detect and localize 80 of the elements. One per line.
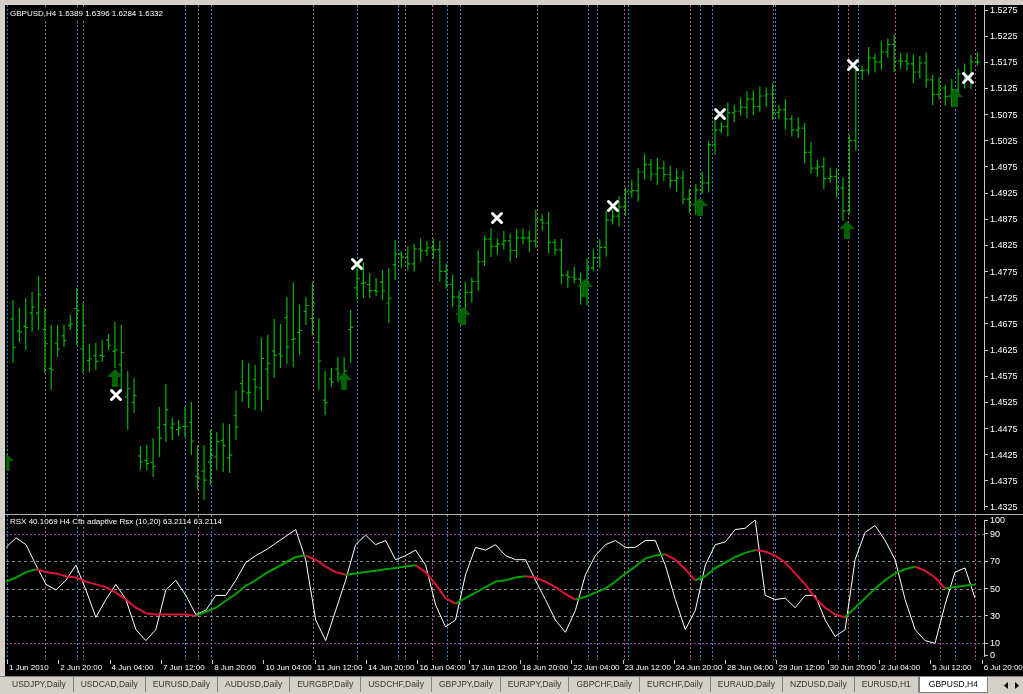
up-arrow-icon — [577, 279, 593, 297]
time-label: 6 Jul 20:00 — [983, 662, 1023, 674]
symbol-tab[interactable]: EURCHF,Daily — [640, 677, 711, 692]
symbol-tab[interactable]: EURUSD,Daily — [145, 677, 218, 692]
price-label: 1.4825 — [990, 240, 1018, 251]
price-label: 1.4875 — [990, 214, 1018, 225]
level-label: 90 — [990, 528, 1000, 539]
level-label: 10 — [990, 638, 1000, 649]
price-label: 1.5075 — [990, 109, 1018, 120]
symbol-tab[interactable]: AUDUSD,Daily — [218, 677, 291, 692]
symbol-tab[interactable]: USDCAD,Daily — [73, 677, 146, 692]
up-arrow-icon — [947, 89, 963, 107]
price-label: 1.4425 — [990, 449, 1018, 460]
time-label: 23 Jun 12:00 — [624, 662, 671, 674]
symbol-tab[interactable]: EURUSD,H1 — [854, 677, 919, 692]
cross-marker-icon — [714, 108, 726, 120]
level-label: 50 — [990, 583, 1000, 594]
time-label: 30 Jun 20:00 — [829, 662, 876, 674]
indicator-title: RSX 40.1069 H4 Cfb adaptive Rsx (10,20) 63.2114 63.2114 — [9, 517, 223, 527]
price-label: 1.4925 — [990, 188, 1018, 199]
time-label: 17 Jun 12:00 — [470, 662, 517, 674]
cross-marker-icon — [491, 212, 503, 224]
time-label: 11 Jun 12:00 — [316, 662, 363, 674]
up-arrow-icon — [107, 369, 123, 387]
price-label: 1.4725 — [990, 292, 1018, 303]
cross-marker-icon — [847, 59, 859, 71]
cross-marker-icon — [962, 72, 974, 84]
price-label: 1.4475 — [990, 423, 1018, 434]
time-label: 16 Jun 04:00 — [419, 662, 466, 674]
time-label: 29 Jun 12:00 — [778, 662, 825, 674]
time-label: 14 Jun 20:00 — [368, 662, 415, 674]
time-label: 22 Jun 04:00 — [573, 662, 620, 674]
time-label: 24 Jun 20:00 — [675, 662, 723, 674]
symbol-tab[interactable]: EURAUD,Daily — [710, 677, 783, 692]
price-label: 1.5275 — [990, 5, 1018, 15]
time-label: 18 Jun 20:00 — [521, 662, 569, 674]
symbol-tab[interactable]: EURGBP,Daily — [290, 677, 362, 692]
time-label: 28 Jun 04:00 — [727, 662, 774, 674]
price-label: 1.4325 — [990, 501, 1018, 512]
up-arrow-icon — [6, 453, 14, 471]
time-label: 1 Jun 2010 — [9, 662, 49, 674]
symbol-tab[interactable]: USDJPY,Daily — [5, 677, 74, 692]
price-label: 1.4625 — [990, 345, 1018, 356]
price-label: 1.5225 — [990, 31, 1018, 42]
price-label: 1.4525 — [990, 397, 1018, 408]
up-arrow-icon — [839, 221, 855, 239]
time-label: 2 Jun 20:00 — [60, 662, 103, 674]
level-label: 100 — [990, 515, 1006, 525]
level-label: 0 — [990, 650, 995, 660]
symbol-tab[interactable]: USDCHF,Daily — [361, 677, 432, 692]
symbol-tab[interactable]: NZDUSD,Daily — [783, 677, 855, 692]
time-label: 8 Jun 20:00 — [214, 662, 256, 674]
up-arrow-icon — [692, 198, 708, 216]
cross-marker-icon — [110, 389, 122, 401]
price-label: 1.4775 — [990, 266, 1018, 277]
price-label: 1.5025 — [990, 135, 1018, 146]
symbol-tab[interactable]: GBPUSD,H4 — [918, 677, 988, 693]
time-label: 4 Jun 04:00 — [111, 662, 154, 674]
level-label: 30 — [990, 610, 1000, 621]
symbol-tab[interactable]: EURJPY,Daily — [500, 677, 570, 692]
symbol-tab[interactable]: GBPCHF,Daily — [569, 677, 641, 692]
caret-right-icon — [1015, 681, 1019, 689]
price-label: 1.4975 — [990, 161, 1018, 172]
symbol-tab[interactable]: GBPJPY,Daily — [431, 677, 501, 692]
time-label: 2 Jul 04:00 — [881, 662, 921, 674]
price-label: 1.4375 — [990, 475, 1018, 486]
price-label: 1.5125 — [990, 83, 1018, 94]
level-label: 70 — [990, 556, 1000, 567]
price-label: 1.5175 — [990, 57, 1018, 68]
cross-marker-icon — [351, 258, 363, 270]
price-label: 1.4575 — [990, 371, 1018, 382]
caret-left-icon — [1004, 681, 1008, 689]
chart-title: GBPUSD,H4 1.6389 1.6396 1.6284 1.6332 — [9, 9, 164, 19]
up-arrow-icon — [455, 307, 471, 325]
time-label: 10 Jun 04:00 — [265, 662, 312, 674]
price-label: 1.4675 — [990, 318, 1018, 329]
cross-marker-icon — [607, 200, 619, 212]
time-label: 5 Jul 12:00 — [932, 662, 972, 674]
up-arrow-icon — [336, 372, 352, 390]
time-label: 7 Jun 12:00 — [162, 662, 205, 674]
